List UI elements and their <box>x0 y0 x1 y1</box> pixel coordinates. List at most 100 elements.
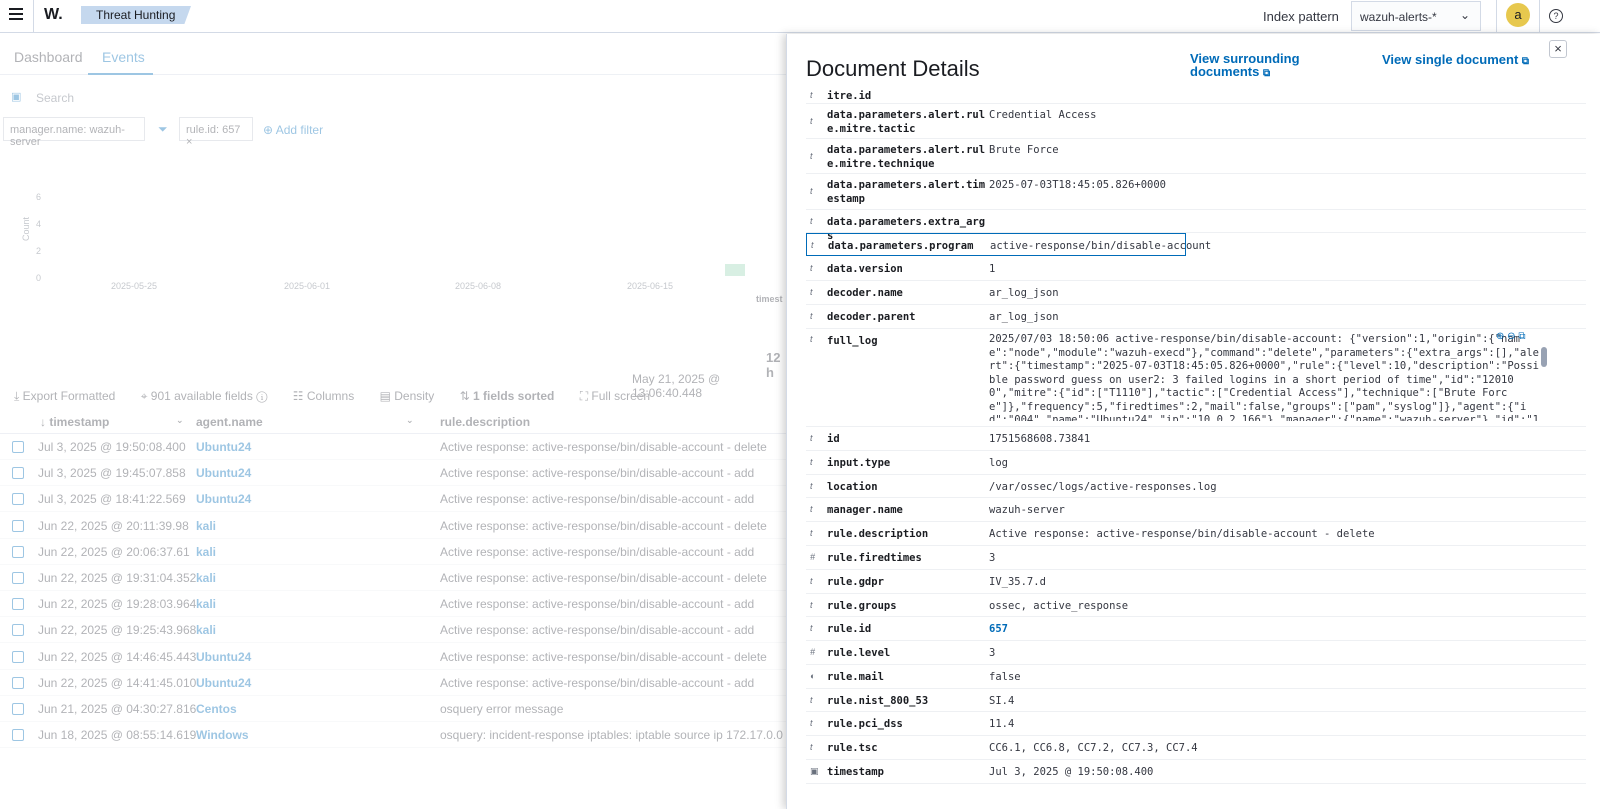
search-bar[interactable]: ▣ Search <box>0 84 786 110</box>
histogram-bar[interactable] <box>725 264 745 276</box>
view-single-document-link[interactable]: View single document ⧉ <box>1382 52 1529 67</box>
filter-pill-rule-id[interactable]: rule.id: 657 × <box>179 117 253 148</box>
table-row[interactable]: Jul 3, 2025 @ 18:41:22.569 Ubuntu24 Active… <box>0 486 786 513</box>
inspect-document-icon[interactable] <box>12 545 24 558</box>
columns-button[interactable]: ☷ Columns <box>293 389 354 403</box>
close-flyout-button[interactable]: × <box>1549 40 1567 58</box>
field-row-data-parameters-alert-rule-mitre-tactic[interactable]: t data.parameters.alert.rule.mitre.tactic… <box>806 104 1586 139</box>
cell-agent-name[interactable]: Ubuntu24 <box>196 466 251 480</box>
field-row-location[interactable]: t location/var/ossec/logs/active-response… <box>806 475 1586 498</box>
inspect-document-icon[interactable] <box>12 729 24 742</box>
field-row-rule-firedtimes[interactable]: # rule.firedtimes 3 <box>806 546 1586 570</box>
filter-pill-manager[interactable]: manager.name: wazuh-server <box>3 117 145 148</box>
string-type-icon: t <box>810 742 813 752</box>
inspect-document-icon[interactable] <box>12 624 24 637</box>
tab-events[interactable]: Events <box>102 49 145 65</box>
density-button[interactable]: ▤ Density <box>380 389 435 403</box>
view-surrounding-documents-link[interactable]: View surrounding documents ⧉ <box>1190 52 1330 80</box>
cell-agent-name[interactable]: Ubuntu24 <box>196 676 251 690</box>
table-row[interactable]: Jul 3, 2025 @ 19:45:07.858 Ubuntu24 Active… <box>0 460 786 487</box>
inspect-document-icon[interactable] <box>12 467 24 480</box>
field-row-data-version[interactable]: t data.version 1 <box>806 257 1586 281</box>
full-log-viewer[interactable]: 2025/07/03 18:50:06 active-response/bin/… <box>989 333 1544 421</box>
field-row-itre-id[interactable]: t itre.id <box>806 84 1586 104</box>
field-row-manager-name[interactable]: t manager.name wazuh-server <box>806 498 1586 522</box>
field-row-input-type[interactable]: t input.type log <box>806 451 1586 475</box>
cell-agent-name[interactable]: Ubuntu24 <box>196 650 251 664</box>
cell-agent-name[interactable]: kali <box>196 545 216 559</box>
add-filter-button[interactable]: ⊕ Add filter <box>263 123 323 137</box>
user-avatar[interactable]: a <box>1506 3 1530 27</box>
search-input[interactable]: Search <box>36 91 74 105</box>
field-row-data-parameters-alert-timestamp[interactable]: t data.parameters.alert.timestamp 2025-07-… <box>806 174 1586 210</box>
table-row[interactable]: Jun 22, 2025 @ 19:31:04.352 kali Active re… <box>0 565 786 591</box>
export-button[interactable]: ⤓ Export Formatted <box>14 389 115 403</box>
inspect-document-icon[interactable] <box>12 703 24 715</box>
chart-y-label: Count <box>21 216 32 242</box>
inspect-document-icon[interactable] <box>12 441 24 453</box>
filter-icon[interactable]: ⏷ <box>158 122 168 137</box>
cell-rule-description: Active response: active-response/bin/dis… <box>440 544 755 559</box>
menu-icon[interactable] <box>9 8 23 20</box>
table-row[interactable]: Jul 3, 2025 @ 19:50:08.400 Ubuntu24 Active… <box>0 434 786 460</box>
field-row-rule-id[interactable]: t rule.id 657 <box>806 617 1586 641</box>
scrollbar[interactable] <box>1541 347 1547 367</box>
table-row[interactable]: Jun 18, 2025 @ 08:55:14.619 Windows osquer… <box>0 722 801 749</box>
field-row-decoder-name[interactable]: t decoder.name ar_log_json <box>806 281 1586 305</box>
field-row-data-parameters-program[interactable]: t data.parameters.program active-response/… <box>806 233 1211 256</box>
field-row-rule-mail[interactable]: ◐ rule.mail false <box>806 665 1586 689</box>
fields-button[interactable]: ⌖ 901 available fields ⓘ <box>141 389 268 403</box>
field-row-rule-tsc[interactable]: t rule.tsc CC6.1, CC6.8, CC7.2, CC7.3, CC7… <box>806 736 1586 760</box>
field-row-timestamp[interactable]: ▣ timestamp Jul 3, 2025 @ 19:50:08.400 <box>806 760 1586 784</box>
cell-agent-name[interactable]: kali <box>196 571 216 585</box>
index-pattern-select[interactable]: wazuh-alerts-* ⌄ <box>1351 1 1481 31</box>
table-row[interactable]: Jun 22, 2025 @ 14:46:45.443 Ubuntu24 Activ… <box>0 644 786 670</box>
cell-agent-name[interactable]: Centos <box>196 702 237 716</box>
save-query-icon[interactable]: ▣ <box>11 90 21 103</box>
field-row-data-parameters-alert-rule-mitre-technique[interactable]: t data.parameters.alert.rule.mitre.techni… <box>806 139 1586 174</box>
zoom-out-icon[interactable]: ⊖ <box>1507 331 1515 342</box>
cell-agent-name[interactable]: kali <box>196 597 216 611</box>
field-row-rule-gdpr[interactable]: t rule.gdpr IV_35.7.d <box>806 570 1586 594</box>
inspect-document-icon[interactable] <box>12 676 24 689</box>
field-row-rule-level[interactable]: # rule.level 3 <box>806 641 1586 665</box>
inspect-document-icon[interactable] <box>12 519 24 532</box>
tab-dashboard[interactable]: Dashboard <box>14 49 83 65</box>
field-row-rule-pci-dss[interactable]: t rule.pci_dss 11.4 <box>806 712 1586 736</box>
column-header-description[interactable]: rule.description <box>440 415 530 429</box>
cell-agent-name[interactable]: Windows <box>196 728 249 742</box>
cell-agent-name[interactable]: Ubuntu24 <box>196 440 251 454</box>
inspect-document-icon[interactable] <box>12 493 24 506</box>
cell-agent-name[interactable]: Ubuntu24 <box>196 492 251 506</box>
table-row[interactable]: Jun 22, 2025 @ 19:25:43.968 kali Active re… <box>0 617 786 644</box>
field-row-rule-groups[interactable]: t rule.groups ossec, active_response <box>806 594 1586 617</box>
table-row[interactable]: Jun 21, 2025 @ 04:30:27.816 Centos osquery… <box>0 696 786 722</box>
column-header-agent[interactable]: agent.name <box>196 415 263 429</box>
breadcrumb-threat-hunting[interactable]: Threat Hunting <box>81 6 191 24</box>
chevron-down-icon[interactable]: ⌄ <box>406 415 414 426</box>
field-row-decoder-parent[interactable]: t decoder.parent ar_log_json <box>806 305 1586 329</box>
table-row[interactable]: Jun 22, 2025 @ 20:11:39.98 kali Active res… <box>0 513 786 539</box>
chevron-down-icon[interactable]: ⌄ <box>176 415 184 426</box>
field-value[interactable]: 657 <box>989 622 1529 636</box>
zoom-in-icon[interactable]: ⊕ <box>1496 331 1504 342</box>
help-icon[interactable]: ? <box>1549 9 1563 23</box>
inspect-document-icon[interactable] <box>12 598 24 611</box>
field-row-id[interactable]: t id 1751568608.73841 <box>806 427 1586 451</box>
cell-agent-name[interactable]: kali <box>196 623 216 637</box>
field-row-rule-nist-800-53[interactable]: t rule.nist_800_53 SI.4 <box>806 689 1586 712</box>
sort-button[interactable]: ⇅ 1 fields sorted <box>460 389 555 403</box>
wazuh-logo[interactable]: W. <box>44 6 63 24</box>
copy-icon[interactable]: ⧉ <box>1518 331 1525 342</box>
field-row-data-parameters-extra-args[interactable]: t data.parameters.extra_args <box>806 210 1586 242</box>
inspect-document-icon[interactable] <box>12 650 24 663</box>
inspect-document-icon[interactable] <box>12 572 24 584</box>
table-row[interactable]: Jun 22, 2025 @ 19:28:03.964 kali Active re… <box>0 591 786 618</box>
field-row-full-log[interactable]: t full_log 2025/07/03 18:50:06 active-resp… <box>806 329 1586 427</box>
table-row[interactable]: Jun 22, 2025 @ 20:06:37.61 kali Active res… <box>0 539 786 565</box>
cell-agent-name[interactable]: kali <box>196 519 216 533</box>
field-row-rule-description[interactable]: t rule.description Active response: active… <box>806 522 1586 546</box>
column-header-timestamp[interactable]: ↓ timestamp <box>40 415 109 429</box>
table-row[interactable]: Jun 22, 2025 @ 14:41:45.010 Ubuntu24 Activ… <box>0 670 786 696</box>
fullscreen-button[interactable]: ⛶ Full screen <box>580 389 650 403</box>
